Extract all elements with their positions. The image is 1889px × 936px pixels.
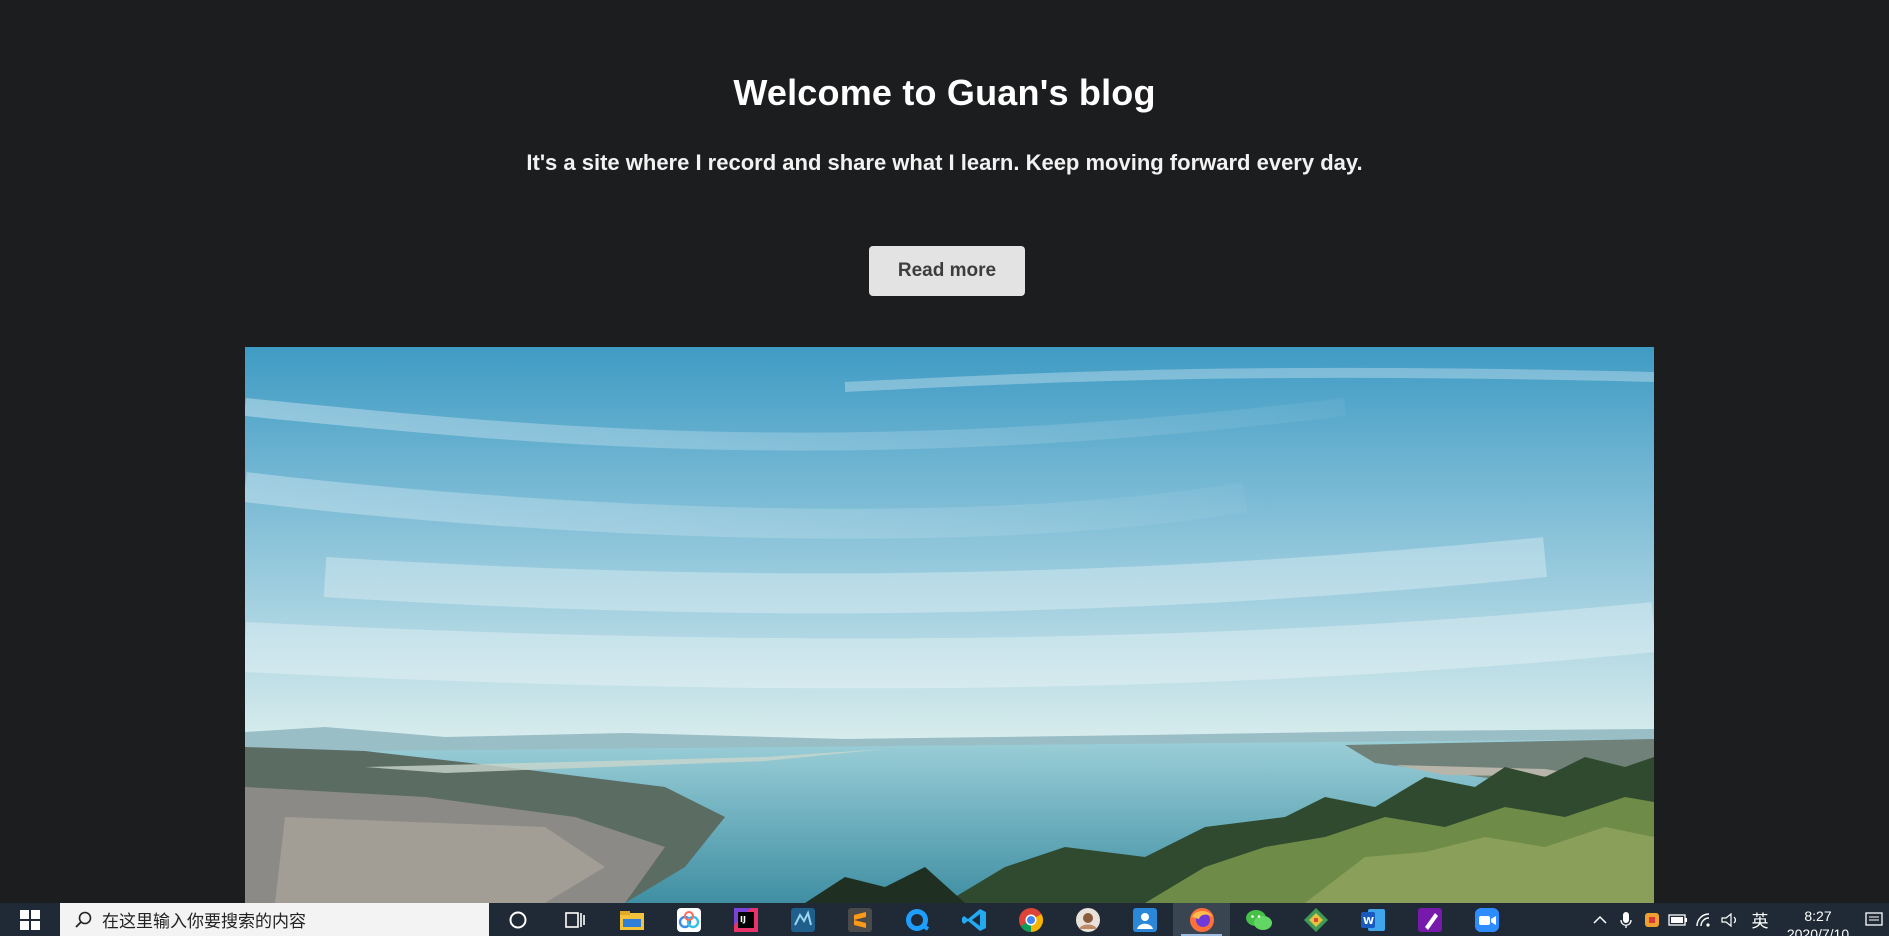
onenote-icon[interactable] [1401,903,1458,936]
file-explorer-icon[interactable] [603,903,660,936]
wechat-icon[interactable] [1230,903,1287,936]
chrome-icon[interactable] [1002,903,1059,936]
volume-icon[interactable] [1717,903,1743,936]
photo-app-icon[interactable] [1116,903,1173,936]
hero-landscape-image [245,347,1654,903]
cortana-icon[interactable] [489,903,546,936]
sublime-text-icon[interactable] [831,903,888,936]
system-tray: 英 8:27 2020/7/10 [1587,903,1889,936]
zoom-icon[interactable] [1458,903,1515,936]
intellij-idea-icon[interactable]: IJ [717,903,774,936]
page-title: Welcome to Guan's blog [733,72,1156,113]
show-hidden-icons-icon[interactable] [1587,903,1613,936]
start-button[interactable] [0,903,60,936]
read-more-button[interactable]: Read more [869,246,1025,296]
page-subtitle: It's a site where I record and share wha… [526,150,1363,175]
taskbar-search-box[interactable]: 在这里输入你要搜索的内容 [60,903,489,936]
svg-text:W: W [1363,916,1374,927]
mysql-workbench-icon[interactable] [774,903,831,936]
clock-time: 8:27 [1804,908,1832,924]
input-language-indicator[interactable]: 英 [1743,903,1777,936]
notifications-icon[interactable] [1859,903,1889,936]
taskbar-clock[interactable]: 8:27 2020/7/10 [1777,903,1859,936]
diagram-app-icon[interactable] [1287,903,1344,936]
clock-date: 2020/7/10 [1786,926,1850,936]
battery-icon[interactable] [1665,903,1691,936]
task-view-icon[interactable] [546,903,603,936]
microphone-icon[interactable] [1613,903,1639,936]
search-icon [75,911,92,928]
qq-browser-icon[interactable] [888,903,945,936]
svg-text:IJ: IJ [740,915,746,924]
windows-taskbar: 在这里输入你要搜索的内容 IJ W 英 8:27 2020/7/10 [0,903,1889,936]
windows-logo-icon [20,909,40,930]
avatar-app-icon[interactable] [1059,903,1116,936]
search-placeholder: 在这里输入你要搜索的内容 [102,912,306,932]
vscode-icon[interactable] [945,903,1002,936]
word-icon[interactable]: W [1344,903,1401,936]
security-app-icon[interactable] [1639,903,1665,936]
firefox-icon[interactable] [1173,903,1230,936]
baidu-netdisk-icon[interactable] [660,903,717,936]
wifi-icon[interactable] [1691,903,1717,936]
